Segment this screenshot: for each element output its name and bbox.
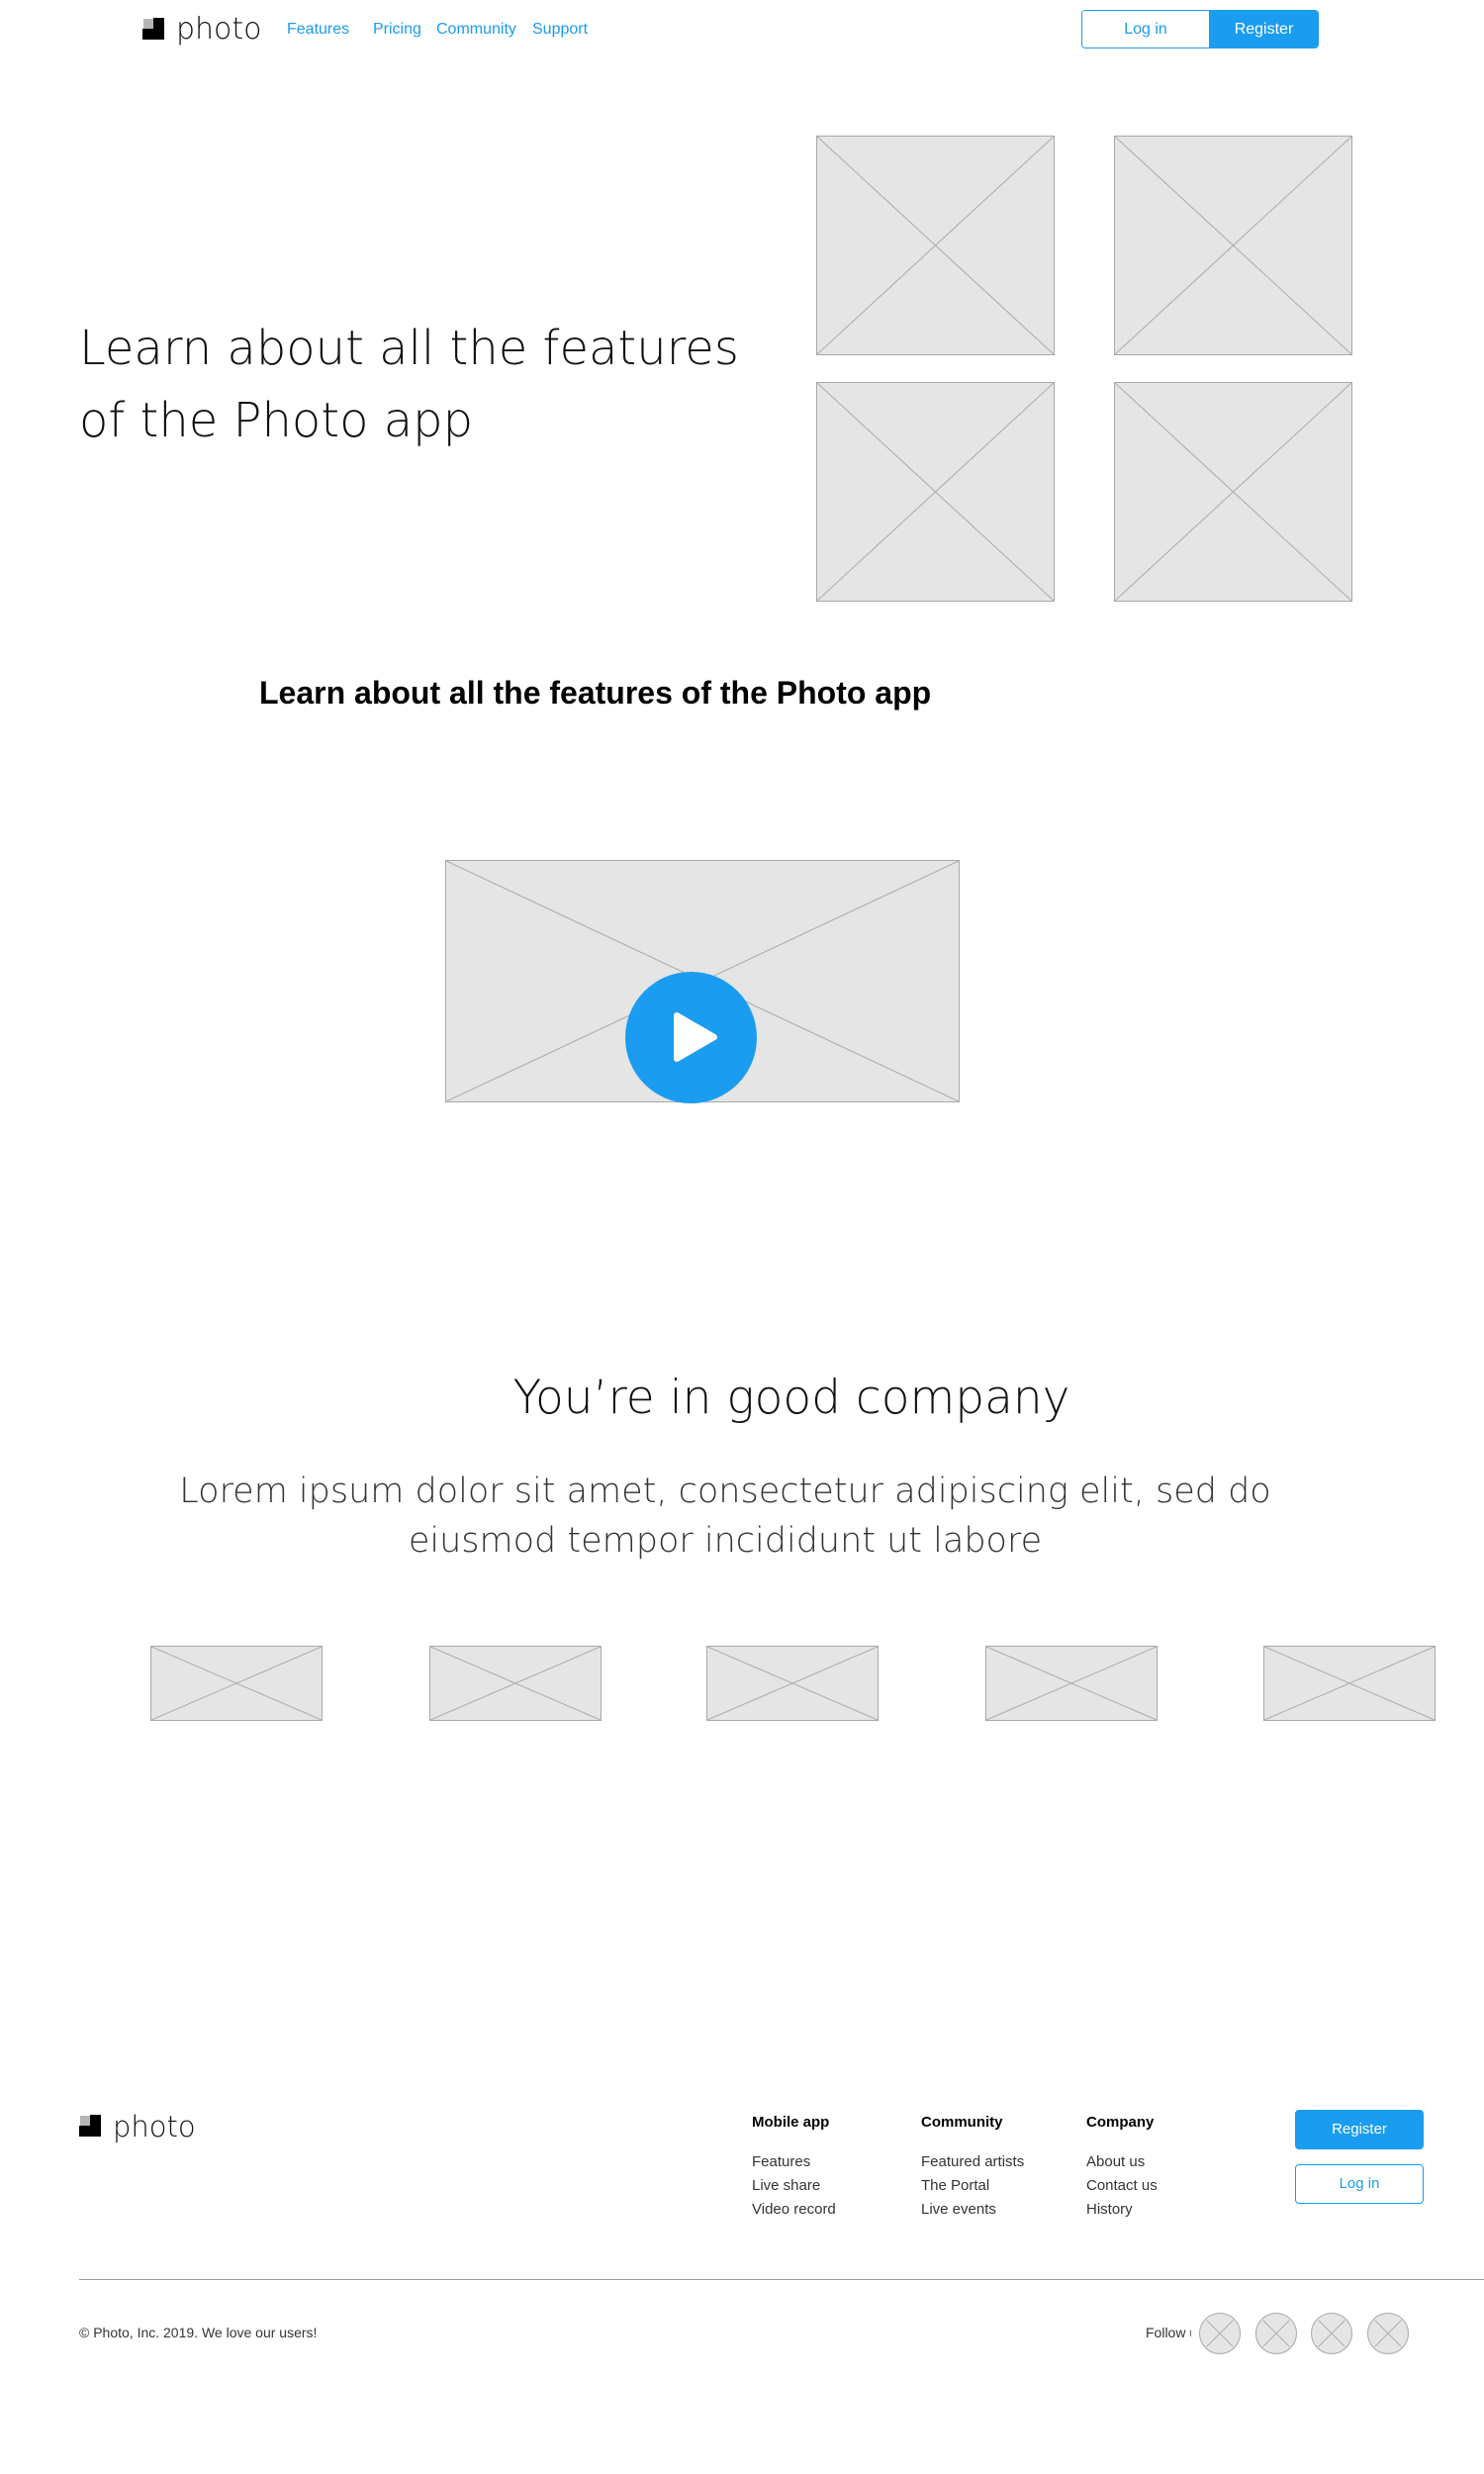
nav-features[interactable]: Features (287, 21, 349, 39)
footer-link-contact-us[interactable]: Contact us (1086, 2177, 1158, 2194)
partner-logo-5 (1263, 1646, 1436, 1721)
footer-link-live-share[interactable]: Live share (752, 2177, 820, 2194)
footer-link-featured-artists[interactable]: Featured artists (921, 2153, 1024, 2170)
partner-logo-3 (706, 1646, 879, 1721)
hero-title: Learn about all the features of the Phot… (79, 313, 772, 457)
hero-image-1 (816, 136, 1055, 355)
footer-login-button[interactable]: Log in (1295, 2164, 1424, 2204)
footer-link-about-us[interactable]: About us (1086, 2153, 1145, 2170)
footer-link-video-record[interactable]: Video record (752, 2201, 836, 2218)
footer-divider (79, 2279, 1484, 2280)
follow-label-text: Follow us (1146, 2325, 1191, 2340)
footer-logo-text: photo (113, 2110, 196, 2143)
nav-support[interactable]: Support (532, 21, 588, 39)
register-button[interactable]: Register (1209, 11, 1318, 48)
logo[interactable]: photo (142, 12, 266, 49)
hero-image-4 (1114, 382, 1352, 602)
logo-icon (142, 18, 164, 40)
hero-image-3 (816, 382, 1055, 602)
nav-community[interactable]: Community (436, 21, 516, 39)
features-heading: Learn about all the features of the Phot… (259, 675, 932, 711)
partner-logo-4 (985, 1646, 1158, 1721)
auth-button-group: Log in Register (1081, 10, 1319, 48)
logo-icon (79, 2115, 101, 2137)
company-text: Lorem ipsum dolor sit amet, consectetur … (0, 1467, 1450, 1566)
company-text-line-2: eiusmod tempor incididunt ut labore (408, 1521, 1043, 1561)
logo-text: photo (176, 12, 262, 47)
footer-link-features[interactable]: Features (752, 2153, 810, 2170)
footer-link-live-events[interactable]: Live events (921, 2201, 996, 2218)
footer-heading-community: Community (921, 2114, 1003, 2131)
hero-title-line-2: of the Photo app (79, 393, 474, 448)
hero-image-2 (1114, 136, 1352, 355)
social-icon-3[interactable] (1311, 2313, 1352, 2354)
footer-heading-mobile-app: Mobile app (752, 2114, 830, 2131)
footer-link-the-portal[interactable]: The Portal (921, 2177, 989, 2194)
footer-link-history[interactable]: History (1086, 2201, 1133, 2218)
company-title: You’re in good company (512, 1371, 1070, 1425)
social-icon-2[interactable] (1255, 2313, 1297, 2354)
follow-label: Follow us (1146, 2325, 1191, 2344)
social-icon-1[interactable] (1199, 2313, 1241, 2354)
footer-logo[interactable]: photo (79, 2110, 203, 2145)
partner-logo-2 (429, 1646, 602, 1721)
login-button[interactable]: Log in (1082, 11, 1209, 48)
hero-title-line-1: Learn about all the features (79, 321, 739, 376)
nav-pricing[interactable]: Pricing (373, 21, 421, 39)
social-icon-4[interactable] (1367, 2313, 1409, 2354)
footer-heading-company: Company (1086, 2114, 1155, 2131)
play-button[interactable] (625, 972, 757, 1103)
company-text-line-1: Lorem ipsum dolor sit amet, consectetur … (179, 1472, 1271, 1511)
partner-logo-1 (150, 1646, 323, 1721)
play-icon (674, 1012, 717, 1062)
copyright: © Photo, Inc. 2019. We love our users! (79, 2325, 318, 2340)
footer-register-button[interactable]: Register (1295, 2110, 1424, 2149)
